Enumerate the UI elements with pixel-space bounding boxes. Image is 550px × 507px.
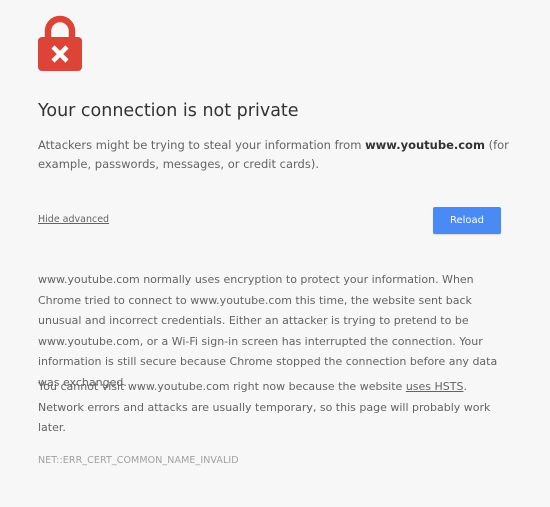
page-title: Your connection is not private (38, 101, 299, 121)
hsts-text: You cannot visit www.youtube.com right n… (38, 377, 513, 439)
hide-advanced-link[interactable]: Hide advanced (38, 214, 109, 225)
lock-error-icon (38, 15, 82, 71)
explanation-before: Attackers might be trying to steal your … (38, 138, 366, 152)
details-text: www.youtube.com normally uses encryption… (38, 273, 498, 389)
explanation-domain: www.youtube.com (365, 138, 485, 152)
hsts-before: You cannot visit www.youtube.com right n… (38, 380, 406, 393)
reload-button[interactable]: Reload (433, 207, 501, 234)
interstitial-page: Your connection is not private Attackers… (0, 0, 550, 507)
error-code: NET::ERR_CERT_COMMON_NAME_INVALID (38, 455, 239, 466)
explanation-text: Attackers might be trying to steal your … (38, 136, 510, 174)
hsts-link[interactable]: uses HSTS (406, 380, 464, 393)
